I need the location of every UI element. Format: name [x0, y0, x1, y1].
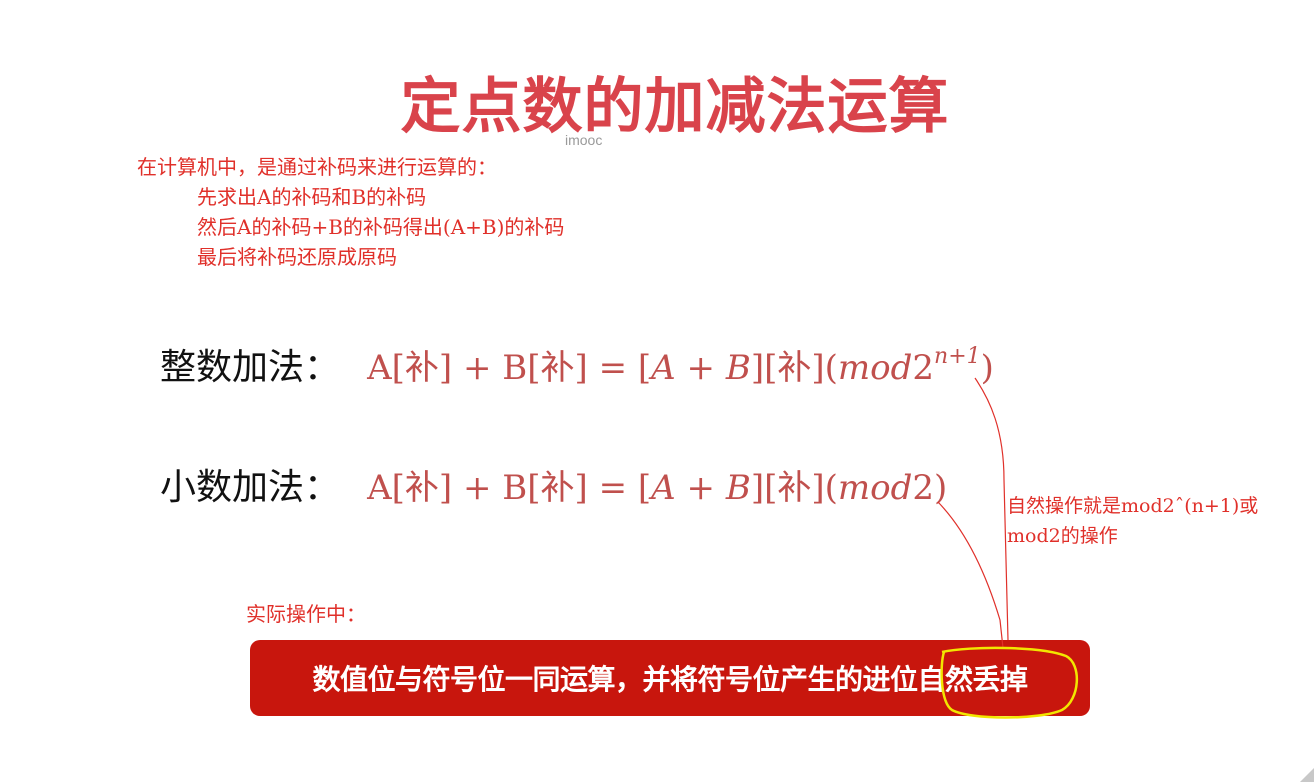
annotation-line-top: [974, 377, 1009, 641]
page-corner-icon: [1300, 768, 1314, 782]
highlight-circle: [940, 646, 1079, 719]
annotation-line-bottom: [937, 501, 1004, 649]
pen-annotations: [937, 377, 1079, 719]
